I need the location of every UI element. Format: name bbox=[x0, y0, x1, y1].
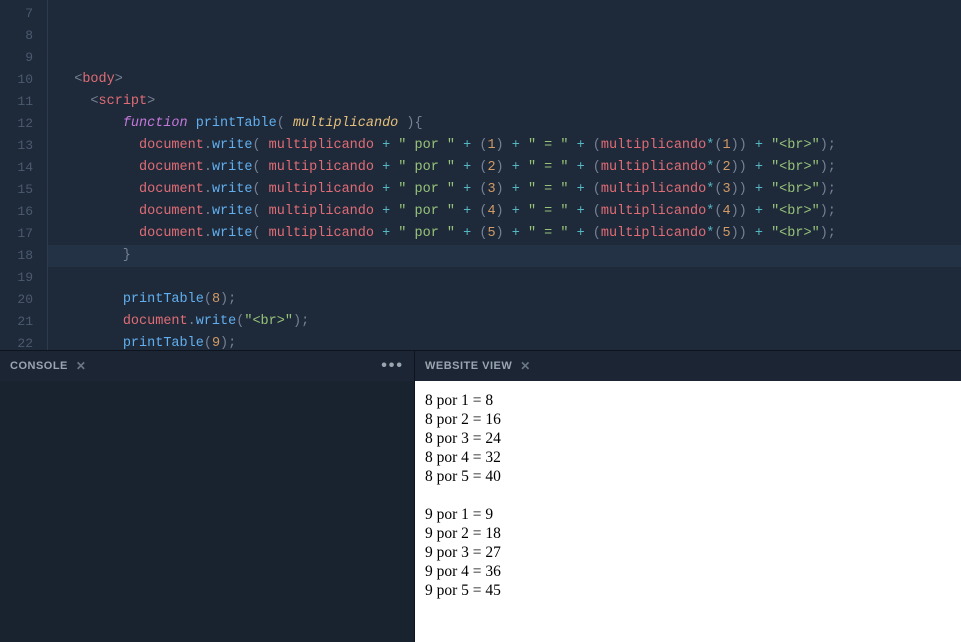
console-header: CONSOLE ✕ ••• bbox=[0, 351, 414, 381]
output-line: 9 por 1 = 9 bbox=[425, 505, 951, 524]
line-number: 19 bbox=[0, 267, 33, 289]
line-number: 7 bbox=[0, 3, 33, 25]
output-line: 9 por 3 = 27 bbox=[425, 543, 951, 562]
code-content[interactable]: <body> <script> function printTable( mul… bbox=[48, 0, 961, 350]
output-line: 8 por 2 = 16 bbox=[425, 410, 951, 429]
output-blank-line bbox=[425, 486, 951, 505]
output-line: 8 por 4 = 32 bbox=[425, 448, 951, 467]
website-tab-label[interactable]: WEBSITE VIEW bbox=[425, 360, 512, 372]
code-line[interactable]: document.write( multiplicando + " por " … bbox=[58, 223, 961, 245]
code-line[interactable]: <script> bbox=[58, 91, 961, 113]
line-number: 9 bbox=[0, 47, 33, 69]
console-tab-label[interactable]: CONSOLE bbox=[10, 360, 68, 372]
output-line: 9 por 4 = 36 bbox=[425, 562, 951, 581]
website-view-panel: WEBSITE VIEW ✕ 8 por 1 = 88 por 2 = 168 … bbox=[415, 351, 961, 642]
line-number: 12 bbox=[0, 113, 33, 135]
close-icon[interactable]: ✕ bbox=[520, 359, 531, 373]
code-line[interactable]: printTable(8); bbox=[58, 289, 961, 311]
console-panel: CONSOLE ✕ ••• bbox=[0, 351, 415, 642]
code-line[interactable] bbox=[58, 267, 961, 289]
output-line: 8 por 3 = 24 bbox=[425, 429, 951, 448]
code-line[interactable]: function printTable( multiplicando ){ bbox=[58, 113, 961, 135]
output-line: 8 por 5 = 40 bbox=[425, 467, 951, 486]
line-number: 10 bbox=[0, 69, 33, 91]
code-line[interactable]: document.write( multiplicando + " por " … bbox=[58, 201, 961, 223]
line-number: 21 bbox=[0, 311, 33, 333]
code-line[interactable]: document.write("<br>"); bbox=[58, 311, 961, 333]
line-number: 22 bbox=[0, 333, 33, 350]
line-number: 18 bbox=[0, 245, 33, 267]
code-line[interactable]: document.write( multiplicando + " por " … bbox=[58, 179, 961, 201]
line-number: 11 bbox=[0, 91, 33, 113]
output-line: 9 por 5 = 45 bbox=[425, 581, 951, 600]
line-number: 16 bbox=[0, 201, 33, 223]
more-icon[interactable]: ••• bbox=[381, 357, 404, 375]
console-body[interactable] bbox=[0, 381, 414, 642]
current-line-highlight bbox=[48, 245, 961, 267]
website-header: WEBSITE VIEW ✕ bbox=[415, 351, 961, 381]
code-line[interactable]: <body> bbox=[58, 69, 961, 91]
close-icon[interactable]: ✕ bbox=[76, 359, 87, 373]
line-number: 14 bbox=[0, 157, 33, 179]
website-output[interactable]: 8 por 1 = 88 por 2 = 168 por 3 = 248 por… bbox=[415, 381, 961, 642]
output-line: 9 por 2 = 18 bbox=[425, 524, 951, 543]
line-number: 8 bbox=[0, 25, 33, 47]
code-line[interactable]: printTable(9); bbox=[58, 333, 961, 350]
line-number: 20 bbox=[0, 289, 33, 311]
line-number: 15 bbox=[0, 179, 33, 201]
code-line[interactable]: document.write( multiplicando + " por " … bbox=[58, 157, 961, 179]
line-number: 13 bbox=[0, 135, 33, 157]
output-line: 8 por 1 = 8 bbox=[425, 391, 951, 410]
code-editor[interactable]: 78910111213141516171819202122 <body> <sc… bbox=[0, 0, 961, 350]
code-line[interactable]: document.write( multiplicando + " por " … bbox=[58, 135, 961, 157]
bottom-panels: CONSOLE ✕ ••• WEBSITE VIEW ✕ 8 por 1 = 8… bbox=[0, 350, 961, 642]
line-number: 17 bbox=[0, 223, 33, 245]
line-number-gutter: 78910111213141516171819202122 bbox=[0, 0, 48, 350]
